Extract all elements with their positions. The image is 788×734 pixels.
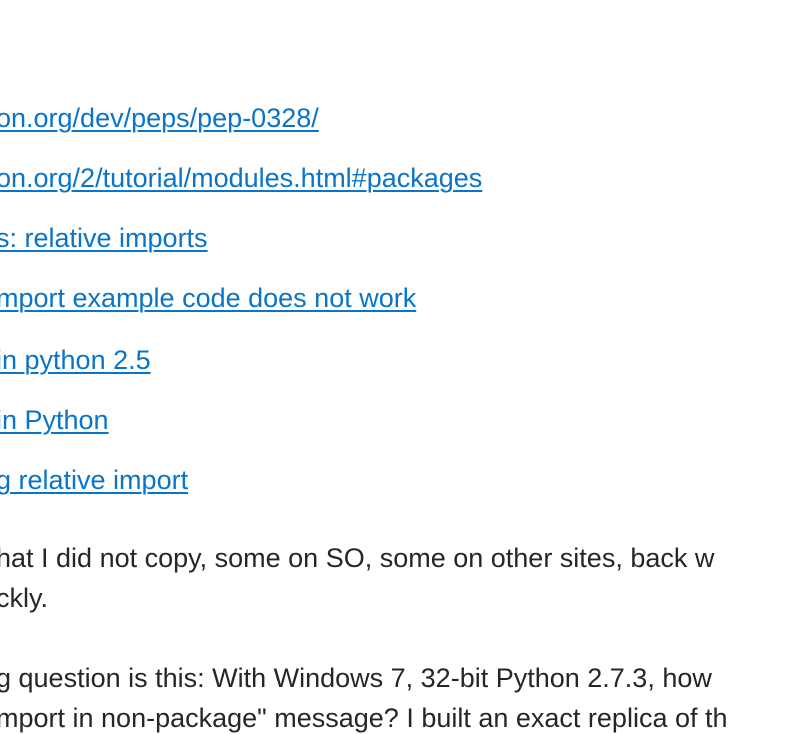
- python-2-5-link[interactable]: in python 2.5: [0, 345, 151, 375]
- relative-imports-link[interactable]: s: relative imports: [0, 223, 208, 253]
- paragraph-line: g question is this: With Windows 7, 32-b…: [0, 663, 712, 693]
- relative-import-link[interactable]: g relative import: [0, 465, 188, 495]
- in-python-link[interactable]: in Python: [0, 405, 109, 435]
- list-item: in python 2.5: [0, 344, 151, 376]
- paragraph-line: ckly.: [0, 583, 48, 613]
- list-item: on.org/dev/peps/pep-0328/: [0, 102, 319, 134]
- post-body: on.org/dev/peps/pep-0328/ on.org/2/tutor…: [0, 0, 788, 734]
- list-item: on.org/2/tutorial/modules.html#packages: [0, 162, 482, 194]
- paragraph-line: hat I did not copy, some on SO, some on …: [0, 543, 715, 573]
- paragraph-line: mport in non-package" message? I built a…: [0, 703, 728, 733]
- list-item: s: relative imports: [0, 222, 208, 254]
- list-item: in Python: [0, 404, 109, 436]
- pep-0328-link[interactable]: on.org/dev/peps/pep-0328/: [0, 103, 319, 133]
- paragraph-sources: hat I did not copy, some on SO, some on …: [0, 538, 714, 618]
- list-item: g relative import: [0, 464, 188, 496]
- list-item: mport example code does not work: [0, 282, 416, 314]
- paragraph-question: g question is this: With Windows 7, 32-b…: [0, 658, 728, 734]
- tutorial-modules-packages-link[interactable]: on.org/2/tutorial/modules.html#packages: [0, 163, 482, 193]
- import-example-code-link[interactable]: mport example code does not work: [0, 283, 416, 313]
